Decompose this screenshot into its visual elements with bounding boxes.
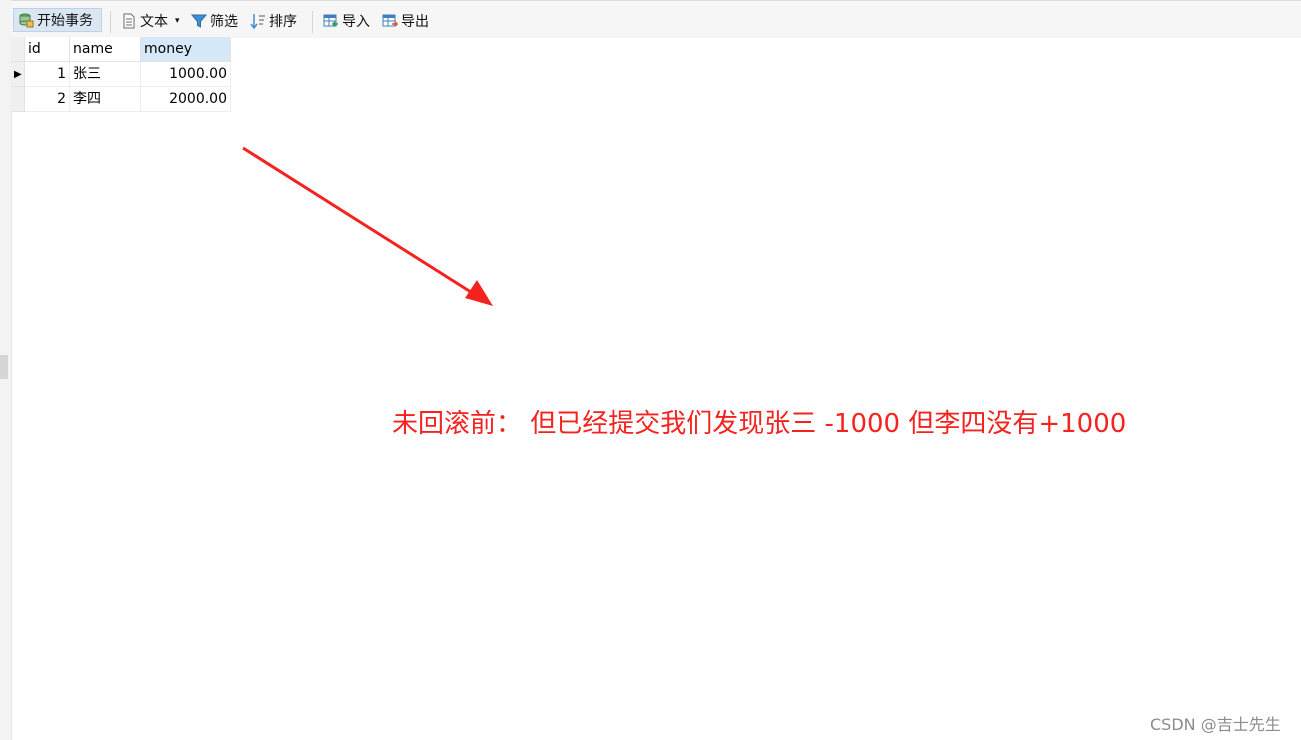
sort-label: 排序 [269, 14, 297, 30]
text-view-label: 文本 [140, 14, 168, 30]
table-cell-money[interactable]: 2000.00 [141, 87, 231, 112]
filter-funnel-icon [190, 13, 208, 29]
begin-transaction-label: 开始事务 [37, 13, 93, 29]
transaction-icon [18, 12, 34, 28]
export-button[interactable]: 导出 [382, 9, 429, 33]
toolbar-separator [110, 11, 111, 33]
annotation-text: 未回滚前： 但已经提交我们发现张三 -1000 但李四没有+1000 [392, 409, 1127, 439]
watermark: CSDN @吉士先生 [1150, 715, 1281, 734]
import-button[interactable]: 导入 [323, 9, 370, 33]
table-cell-name[interactable]: 张三 [70, 62, 141, 87]
import-table-icon [323, 13, 339, 29]
import-label: 导入 [342, 14, 370, 30]
table-cell-id[interactable]: 2 [25, 87, 70, 112]
export-label: 导出 [401, 14, 429, 30]
row-pointer-icon: ▶ [14, 69, 22, 80]
row-header-corner [11, 37, 25, 62]
filter-button[interactable]: 筛选 [190, 9, 238, 33]
begin-transaction-button[interactable]: 开始事务 [13, 8, 102, 32]
toolbar: 开始事务 文本 ▾ 筛选 排序 导入 导出 [11, 0, 1301, 38]
column-header-id[interactable]: id [25, 37, 70, 62]
sort-button[interactable]: 排序 [250, 9, 297, 33]
column-header-name[interactable]: name [70, 37, 141, 62]
row-marker[interactable] [11, 87, 25, 112]
row-marker[interactable]: ▶ [11, 62, 25, 87]
table-cell-id[interactable]: 1 [25, 62, 70, 87]
sort-icon [250, 13, 266, 30]
table-cell-name[interactable]: 李四 [70, 87, 141, 112]
text-doc-icon [121, 13, 137, 29]
text-view-button[interactable]: 文本 ▾ [121, 9, 180, 33]
table-cell-money[interactable]: 1000.00 [141, 62, 231, 87]
toolbar-separator [312, 11, 313, 33]
filter-label: 筛选 [210, 14, 238, 30]
column-header-money[interactable]: money [141, 37, 231, 62]
dropdown-arrow-icon[interactable]: ▾ [175, 16, 180, 26]
export-table-icon [382, 13, 399, 29]
panel-resize-handle[interactable] [0, 355, 8, 379]
